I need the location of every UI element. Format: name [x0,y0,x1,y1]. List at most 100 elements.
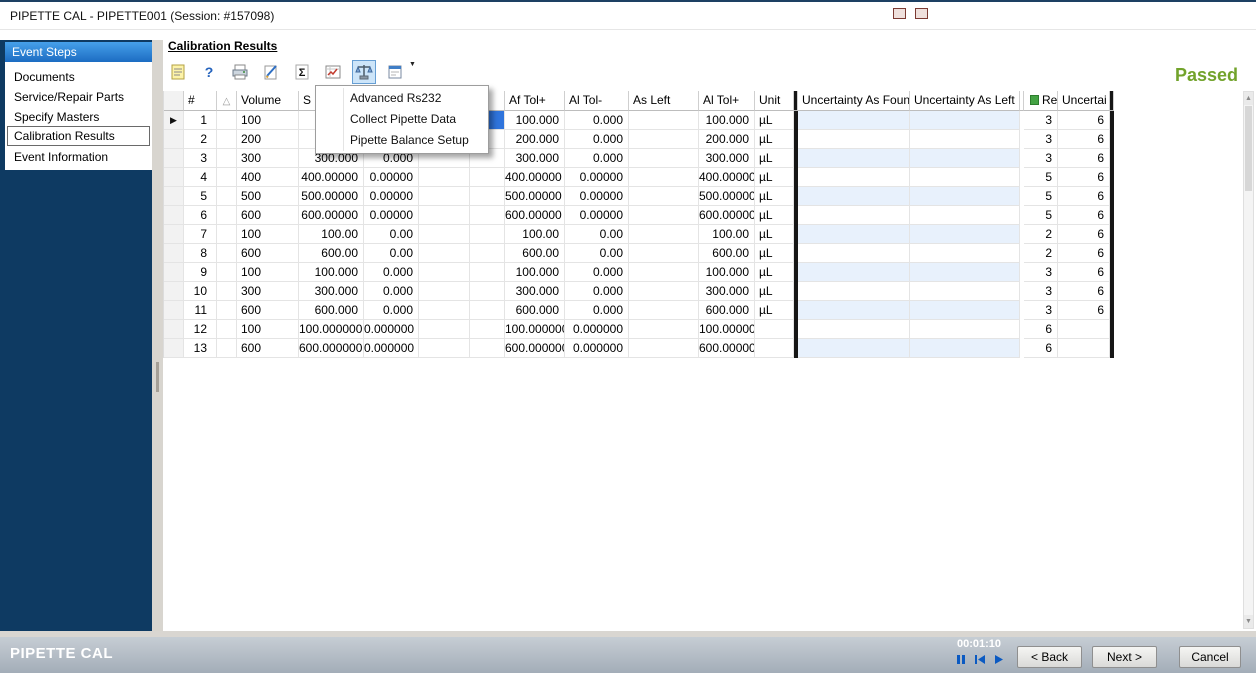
cell-num[interactable]: 7 [184,225,217,244]
cell-num[interactable]: 6 [184,206,217,225]
cell-x1[interactable] [419,244,470,263]
cell-uncertainty_as_left[interactable] [910,130,1020,149]
sidebar-item-service-repair-parts[interactable]: Service/Repair Parts [7,86,150,106]
cell-sort[interactable] [217,149,237,168]
cell-uncertainty_as_left[interactable] [910,168,1020,187]
next-button[interactable]: Next > [1092,646,1157,668]
cell-al_tol_plus[interactable]: 300.000 [699,149,755,168]
cell-x2[interactable] [470,320,505,339]
cell-s[interactable]: 600.000 [299,301,364,320]
sidebar-item-documents[interactable]: Documents [7,66,150,86]
cell-num[interactable]: 13 [184,339,217,358]
cell-unit[interactable]: µL [755,130,794,149]
cell-al_tol_plus[interactable]: 600.00 [699,244,755,263]
cell-x1[interactable] [419,225,470,244]
cell-res[interactable]: 5 [1024,168,1058,187]
cell-s[interactable]: 600.00000 [299,206,364,225]
cell-x2[interactable] [470,263,505,282]
menu-item-advanced-rs232[interactable]: Advanced Rs232 [316,88,488,109]
cell-uncertai[interactable]: 6 [1058,130,1110,149]
menu-item-collect-pipette-data[interactable]: Collect Pipette Data [316,109,488,130]
cell-unit[interactable] [755,320,794,339]
cell-num[interactable]: 12 [184,320,217,339]
cell-uncertainty_as_left[interactable] [910,339,1020,358]
cell-uncertainty_as_found[interactable] [798,282,910,301]
cell-volume[interactable]: 100 [237,320,299,339]
cell-t[interactable]: 0.000000 [364,339,419,358]
cell-res[interactable]: 2 [1024,244,1058,263]
cell-uncertainty_as_found[interactable] [798,263,910,282]
cell-as_left[interactable] [629,282,699,301]
cell-x2[interactable] [470,187,505,206]
cell-al_tol_minus[interactable]: 0.00 [565,225,629,244]
cell-s[interactable]: 100.000000 [299,320,364,339]
cell-num[interactable]: 9 [184,263,217,282]
cell-al_tol_minus[interactable]: 0.000000 [565,320,629,339]
cell-t[interactable]: 0.00 [364,225,419,244]
cell-al_tol_plus[interactable]: 300.000 [699,282,755,301]
cell-x2[interactable] [470,206,505,225]
sum-icon[interactable]: Σ [290,60,314,84]
cell-al_tol_plus[interactable]: 600.00000 [699,206,755,225]
cell-uncertainty_as_left[interactable] [910,301,1020,320]
row-marker[interactable] [164,320,184,339]
cell-uncertainty_as_left[interactable] [910,244,1020,263]
cell-as_left[interactable] [629,206,699,225]
edit-icon[interactable] [259,60,283,84]
cell-af_tol_plus[interactable]: 600.000 [505,301,565,320]
cell-al_tol_plus[interactable]: 100.000 [699,263,755,282]
cell-al_tol_minus[interactable]: 0.000000 [565,339,629,358]
cell-uncertainty_as_found[interactable] [798,187,910,206]
cell-x2[interactable] [470,282,505,301]
cell-t[interactable]: 0.000 [364,263,419,282]
cell-volume[interactable]: 100 [237,111,299,130]
cell-res[interactable]: 6 [1024,339,1058,358]
cell-num[interactable]: 11 [184,301,217,320]
cell-as_left[interactable] [629,339,699,358]
row-marker[interactable] [164,282,184,301]
cell-volume[interactable]: 600 [237,244,299,263]
cell-as_left[interactable] [629,244,699,263]
cell-x1[interactable] [419,206,470,225]
cell-unit[interactable]: µL [755,225,794,244]
cell-res[interactable]: 5 [1024,187,1058,206]
column-header-num[interactable]: # [184,91,217,111]
cell-uncertainty_as_found[interactable] [798,225,910,244]
row-marker[interactable] [164,339,184,358]
cell-x1[interactable] [419,263,470,282]
skip-to-start-icon[interactable] [973,652,986,670]
scroll-up-icon[interactable]: ▲ [1244,92,1253,105]
cell-volume[interactable]: 300 [237,149,299,168]
column-header-sort[interactable]: △ [217,91,237,111]
cell-sort[interactable] [217,206,237,225]
cell-volume[interactable]: 300 [237,282,299,301]
cell-uncertai[interactable]: 6 [1058,168,1110,187]
cell-as_left[interactable] [629,263,699,282]
cell-as_left[interactable] [629,130,699,149]
sidebar-item-specify-masters[interactable]: Specify Masters [7,106,150,126]
cell-uncertai[interactable]: 6 [1058,244,1110,263]
back-button[interactable]: < Back [1017,646,1082,668]
cell-s[interactable]: 300.000 [299,282,364,301]
row-marker[interactable] [164,206,184,225]
cell-uncertainty_as_left[interactable] [910,187,1020,206]
cell-s[interactable]: 100.00 [299,225,364,244]
cell-unit[interactable] [755,339,794,358]
row-marker[interactable] [164,244,184,263]
cell-x2[interactable] [470,225,505,244]
cell-af_tol_plus[interactable]: 600.00000 [505,206,565,225]
cell-unit[interactable]: µL [755,187,794,206]
notes-icon[interactable] [166,60,190,84]
cell-al_tol_minus[interactable]: 0.000 [565,111,629,130]
cell-uncertai[interactable]: 6 [1058,225,1110,244]
cell-res[interactable]: 3 [1024,149,1058,168]
sidebar-splitter[interactable] [152,40,163,633]
cell-num[interactable]: 2 [184,130,217,149]
cell-uncertainty_as_left[interactable] [910,282,1020,301]
cell-unit[interactable]: µL [755,282,794,301]
cell-al_tol_plus[interactable]: 600.000 [699,301,755,320]
cell-sort[interactable] [217,111,237,130]
cell-uncertainty_as_found[interactable] [798,168,910,187]
cell-uncertainty_as_found[interactable] [798,111,910,130]
titlebar-icon-1[interactable] [893,8,906,19]
